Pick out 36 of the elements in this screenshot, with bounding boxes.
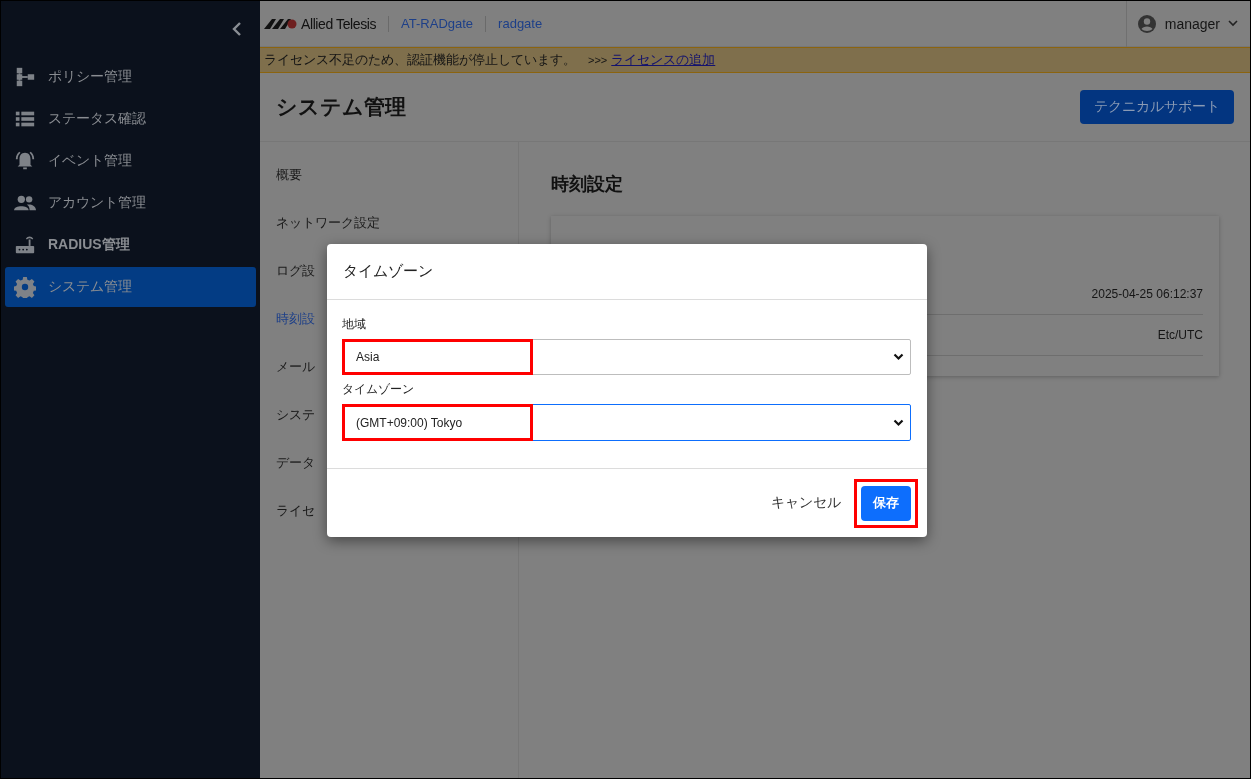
hierarchy-icon	[14, 66, 36, 88]
product-link[interactable]: AT-RADgate	[401, 16, 474, 31]
user-menu[interactable]: manager	[1125, 1, 1250, 47]
sidebar-item[interactable]: アカウント管理	[5, 183, 256, 223]
setting-value: Etc/UTC	[1157, 328, 1203, 342]
router-icon	[14, 234, 36, 256]
dialog-title: タイムゾーン	[343, 262, 433, 281]
section-title: 時刻設定	[551, 173, 624, 196]
add-license-link[interactable]: ライセンスの追加	[611, 51, 716, 69]
chevron-icon	[893, 353, 904, 361]
select-field[interactable]: Asia	[342, 339, 911, 375]
sidebar-item[interactable]: イベント管理	[5, 141, 256, 181]
bell-icon	[14, 150, 36, 172]
sidebar-item[interactable]: ステータス確認	[5, 99, 256, 139]
save-button[interactable]: 保存	[861, 485, 911, 521]
host-link[interactable]: radgate	[498, 16, 543, 31]
sidebar-item[interactable]: RADIUS管理	[5, 225, 256, 265]
brand-name: Allied Telesis	[301, 15, 377, 32]
submenu-item[interactable]: 概要	[260, 162, 518, 210]
user-icon	[1136, 13, 1157, 34]
banner-arrows: >>>	[588, 54, 608, 66]
field-label: 地域	[342, 316, 367, 333]
setting-value: 2025-04-25 06:12:37	[1091, 287, 1203, 301]
field-label: タイムゾーン	[342, 381, 415, 398]
cancel-button[interactable]: キャンセル	[771, 494, 841, 512]
support-button[interactable]: テクニカルサポート	[1080, 90, 1234, 124]
collapse-icon[interactable]	[232, 22, 242, 36]
page-title: システム管理	[276, 94, 406, 120]
logo-icon	[264, 18, 298, 29]
caret-icon	[1228, 20, 1238, 27]
sidebar-item[interactable]: システム管理	[5, 267, 256, 307]
chevron-icon	[893, 418, 904, 427]
sidebar-item[interactable]: ポリシー管理	[5, 57, 256, 97]
banner-message: ライセンス不足のため、認証機能が停止しています。	[264, 51, 576, 69]
settings-icon	[14, 276, 36, 298]
select-field[interactable]: (GMT+09:00) Tokyo	[342, 404, 911, 441]
